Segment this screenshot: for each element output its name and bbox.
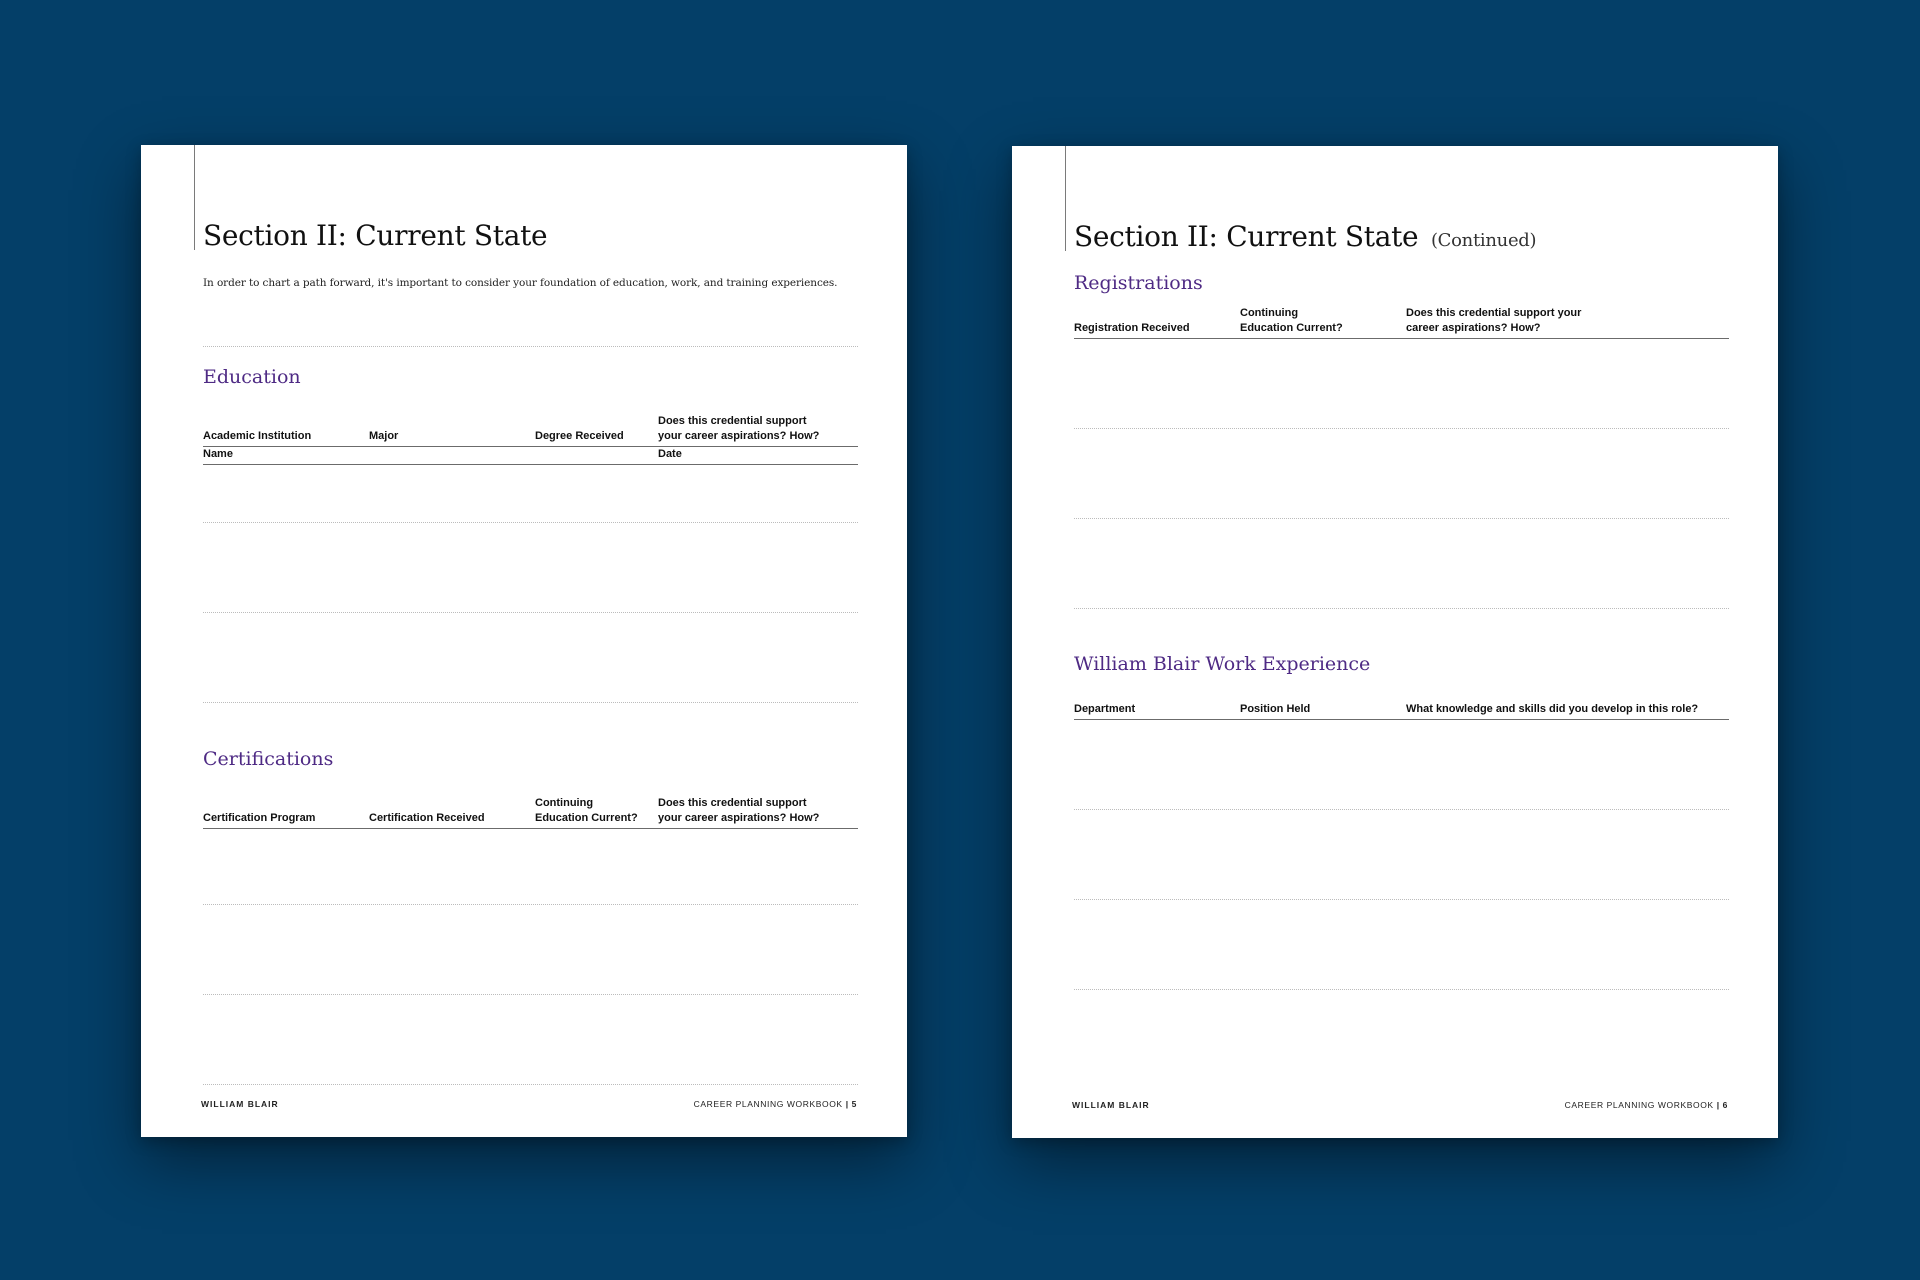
col-certification-program: Certification Program	[203, 812, 316, 824]
work-experience-header-rule	[1074, 719, 1729, 720]
footer-page-label: CAREER PLANNING WORKBOOK | 6	[1565, 1100, 1728, 1110]
certifications-row-line-1	[203, 904, 858, 905]
page-content: Section II: Current State (Continued) Re…	[1074, 146, 1729, 1138]
certifications-header-row: Certification Program Certification Rece…	[203, 779, 858, 829]
registrations-header-rule	[1074, 338, 1729, 339]
page-number: 5	[851, 1099, 857, 1109]
work-experience-row-line-2	[1074, 899, 1729, 900]
col-department: Department	[1074, 703, 1136, 715]
col-continuing-education: Continuing Education Current?	[535, 797, 638, 824]
certifications-row-line-2	[203, 994, 858, 995]
col-continuing-education: Continuing Education Current?	[1240, 307, 1343, 334]
footer-brand: WILLIAM BLAIR	[1072, 1100, 1150, 1110]
work-experience-row-line-3	[1074, 989, 1729, 990]
workbook-page-5: Section II: Current State In order to ch…	[141, 145, 907, 1137]
col-registration-received: Registration Received	[1074, 322, 1190, 334]
work-experience-row-line-1	[1074, 809, 1729, 810]
education-header-row: Academic Institution Major Degree Receiv…	[203, 397, 858, 447]
registrations-row-line-3	[1074, 608, 1729, 609]
certifications-row-line-3	[203, 1084, 858, 1085]
name-date-underline	[203, 346, 858, 347]
col-credential-support: Does this credential support your career…	[658, 415, 820, 442]
education-row-line-1	[203, 522, 858, 523]
col-knowledge-skills: What knowledge and skills did you develo…	[1406, 703, 1699, 715]
col-credential-support: Does this credential support your career…	[658, 797, 820, 824]
education-heading: Education	[203, 366, 301, 388]
name-label: Name	[203, 448, 233, 460]
footer-separator: |	[845, 1099, 849, 1109]
page-number: 6	[1722, 1100, 1728, 1110]
page-title-continued: (Continued)	[1430, 230, 1537, 251]
workbook-page-6: Section II: Current State (Continued) Re…	[1012, 146, 1778, 1138]
page-title: Section II: Current State	[203, 219, 548, 252]
col-certification-received: Certification Received	[369, 812, 485, 824]
intro-text: In order to chart a path forward, it's i…	[203, 277, 838, 289]
footer-page-label: CAREER PLANNING WORKBOOK | 5	[694, 1099, 857, 1109]
date-label: Date	[658, 448, 682, 460]
registrations-header-row: Registration Received Continuing Educati…	[1074, 289, 1729, 339]
registrations-row-line-1	[1074, 428, 1729, 429]
col-degree-received: Degree Received	[535, 430, 624, 442]
page-content: Section II: Current State In order to ch…	[203, 145, 858, 1137]
registrations-row-line-2	[1074, 518, 1729, 519]
col-major: Major	[369, 430, 399, 442]
education-row-line-2	[203, 612, 858, 613]
col-position-held: Position Held	[1240, 703, 1311, 715]
certifications-heading: Certifications	[203, 748, 334, 770]
page-title: Section II: Current State (Continued)	[1074, 220, 1537, 253]
footer-separator: |	[1716, 1100, 1720, 1110]
certifications-header-rule	[203, 828, 858, 829]
footer-workbook-label: CAREER PLANNING WORKBOOK	[693, 1099, 843, 1109]
page-title-text: Section II: Current State	[1074, 220, 1419, 253]
education-row-line-3	[203, 702, 858, 703]
name-date-rule	[203, 464, 858, 465]
education-header-rule	[203, 446, 858, 447]
margin-rule	[194, 145, 195, 250]
margin-rule	[1065, 146, 1066, 251]
col-credential-support: Does this credential support your career…	[1406, 307, 1582, 334]
col-academic-institution: Academic Institution	[203, 430, 312, 442]
work-experience-header-row: Department Position Held What knowledge …	[1074, 670, 1729, 720]
footer-brand: WILLIAM BLAIR	[201, 1099, 279, 1109]
footer-workbook-label: CAREER PLANNING WORKBOOK	[1564, 1100, 1714, 1110]
